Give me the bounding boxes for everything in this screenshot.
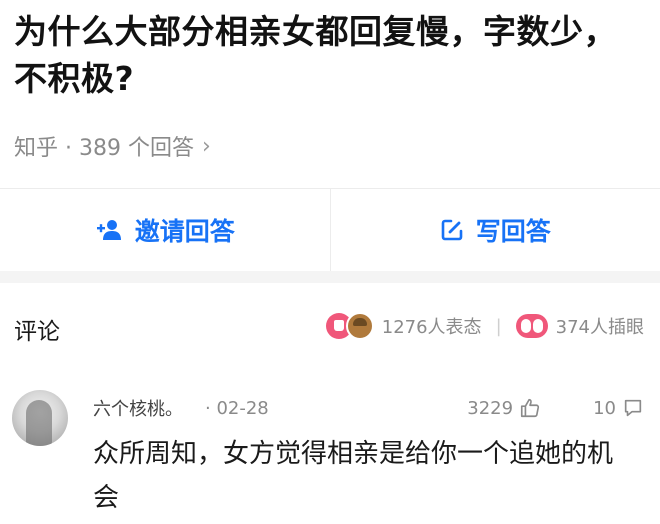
eyes-reaction-icon bbox=[515, 314, 548, 338]
eyes-count: 374人插眼 bbox=[555, 317, 644, 338]
comment-item: 六个核桃。 · 02-28 3229 10 众所周知，女方觉得相亲是给你一个追她… bbox=[0, 372, 660, 524]
comment-actions: 3229 10 bbox=[467, 397, 644, 419]
invite-answer-button[interactable]: 邀请回答 bbox=[0, 189, 330, 271]
write-answer-label: 写回答 bbox=[475, 217, 551, 246]
like-count: 3229 bbox=[467, 397, 514, 419]
question-title: 为什么大部分相亲女都回复慢，字数少，不积极? bbox=[14, 12, 617, 98]
section-gap bbox=[0, 271, 660, 283]
comments-header: 评论 1276人表态 | 374人插眼 bbox=[0, 290, 660, 362]
comment-icon[interactable] bbox=[622, 397, 644, 419]
bean-reaction-icon bbox=[345, 312, 374, 340]
reactions-summary[interactable]: 1276人表态 | 374人插眼 bbox=[325, 312, 644, 340]
comment-text: 众所周知，女方觉得相亲是给你一个追她的机会 bbox=[93, 439, 614, 513]
action-bar: 邀请回答 写回答 bbox=[0, 189, 660, 271]
meta-text: 知乎 · 389 个回答 bbox=[14, 136, 194, 161]
reactions-separator: | bbox=[495, 315, 502, 337]
write-answer-button[interactable]: 写回答 bbox=[331, 189, 660, 271]
comment-header: 六个核桃。 · 02-28 3229 10 bbox=[93, 394, 644, 422]
comment-date: · 02-28 bbox=[205, 397, 269, 419]
invite-answer-label: 邀请回答 bbox=[134, 217, 235, 246]
comment-author[interactable]: 六个核桃。 bbox=[93, 395, 183, 421]
edit-icon bbox=[440, 218, 464, 242]
reply-count: 10 bbox=[593, 397, 616, 419]
chevron-right-icon: › bbox=[201, 133, 211, 159]
add-user-icon bbox=[95, 218, 123, 242]
avatar[interactable] bbox=[12, 390, 68, 446]
answer-count-link[interactable]: 知乎 · 389 个回答 › bbox=[14, 130, 211, 162]
thumbs-up-icon[interactable] bbox=[519, 397, 541, 419]
reactions-count: 1276人表态 bbox=[381, 317, 482, 338]
comments-title: 评论 bbox=[14, 319, 60, 345]
